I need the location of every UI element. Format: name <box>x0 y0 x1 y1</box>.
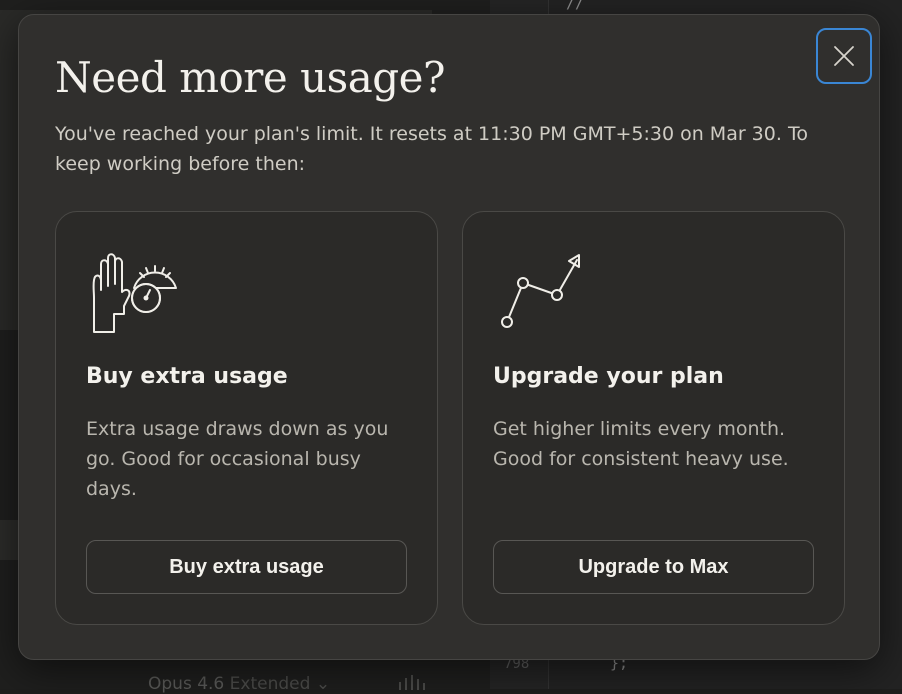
model-name: Opus 4.6 <box>148 674 225 694</box>
model-selector[interactable]: Opus 4.6 Extended ⌄ <box>148 674 330 694</box>
hand-with-gauge-icon <box>92 253 177 333</box>
buy-extra-usage-card: Buy extra usage Extra usage draws down a… <box>55 211 438 625</box>
usage-limit-dialog: Need more usage? You've reached your pla… <box>18 14 880 660</box>
code-comment: // <box>566 0 585 12</box>
close-button[interactable] <box>816 28 872 84</box>
trending-up-chart-icon <box>501 254 580 328</box>
upgrade-plan-card: Upgrade your plan Get higher limits ever… <box>462 211 845 625</box>
audio-bars-icon[interactable] <box>398 674 430 690</box>
upgrade-to-max-button[interactable]: Upgrade to Max <box>493 540 814 594</box>
card-description: Get higher limits every month. Good for … <box>493 418 789 470</box>
card-title: Buy extra usage <box>86 364 288 389</box>
card-title: Upgrade your plan <box>493 364 724 389</box>
dialog-title: Need more usage? <box>55 53 446 102</box>
close-icon <box>834 46 854 66</box>
model-mode: Extended <box>229 674 311 694</box>
buy-extra-usage-button[interactable]: Buy extra usage <box>86 540 407 594</box>
card-description: Extra usage draws down as you go. Good f… <box>86 418 389 500</box>
dialog-description: You've reached your plan's limit. It res… <box>55 123 808 175</box>
chevron-down-icon: ⌄ <box>315 674 331 694</box>
